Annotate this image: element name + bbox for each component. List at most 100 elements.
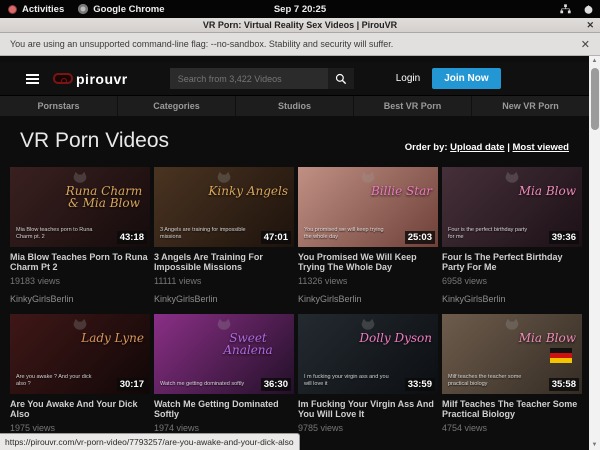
nav-item-pornstars[interactable]: Pornstars (0, 96, 118, 116)
video-title-link[interactable]: Milf Teaches The Teacher Some Practical … (442, 399, 582, 419)
status-url-bubble: https://pirouvr.com/vr-porn-video/779325… (0, 433, 300, 450)
duration-badge: 47:01 (261, 231, 291, 244)
site-header: pirouvr Login Join Now (0, 62, 589, 95)
vr-goggles-icon (53, 73, 73, 84)
power-icon[interactable] (583, 4, 594, 15)
video-views: 1975 views (10, 423, 150, 433)
video-card: Billie Star You promised we will keep tr… (298, 167, 438, 304)
video-card: Runa Charm & Mia Blow Mia Blow teaches p… (10, 167, 150, 304)
thumbnail-caption: Billie Star (371, 185, 432, 197)
video-thumbnail[interactable]: Sweet Analena Watch me getting dominated… (154, 314, 294, 394)
warning-message: You are using an unsupported command-lin… (10, 39, 393, 49)
nav-item-new-vr-porn[interactable]: New VR Porn (472, 96, 589, 116)
studio-cat-watermark-icon (360, 171, 376, 184)
video-thumbnail[interactable]: Dolly Dyson I m fucking your virgin ass … (298, 314, 438, 394)
site-logo[interactable]: pirouvr (53, 71, 128, 87)
duration-badge: 43:18 (117, 231, 147, 244)
thumbnail-subcaption: Four is the perfect birthday party for m… (448, 227, 534, 241)
nav-item-best-vr-porn[interactable]: Best VR Porn (354, 96, 472, 116)
video-title-link[interactable]: Im Fucking Your Virgin Ass And You Will … (298, 399, 438, 419)
browser-title-bar: VR Porn: Virtual Reality Sex Videos | Pi… (0, 18, 600, 33)
page-content: pirouvr Login Join Now Pornstars Categor… (0, 56, 589, 450)
clock[interactable]: Sep 7 20:25 (0, 4, 600, 15)
duration-badge: 30:17 (117, 378, 147, 391)
tab-close-icon[interactable]: ✕ (586, 20, 594, 31)
duration-badge: 39:36 (549, 231, 579, 244)
search-input[interactable] (170, 68, 328, 89)
scrollbar-thumb[interactable] (591, 68, 599, 130)
logo-text: pirouvr (76, 71, 128, 87)
thumbnail-subcaption: Milf teaches the teacher some practical … (448, 374, 534, 388)
video-card: Kinky Angels 3 Angels are training for i… (154, 167, 294, 304)
warning-close-icon[interactable]: ✕ (581, 38, 590, 51)
order-by: Order by: Upload date | Most viewed (405, 142, 569, 153)
search-button[interactable] (328, 68, 354, 89)
video-views: 1974 views (154, 423, 294, 433)
video-thumbnail[interactable]: Kinky Angels 3 Angels are training for i… (154, 167, 294, 247)
studio-cat-watermark-icon (216, 318, 232, 331)
search-bar (170, 68, 354, 89)
page-heading-row: VR Porn Videos Order by: Upload date | M… (20, 129, 569, 153)
thumbnail-subcaption: Watch me getting dominated softly (160, 381, 244, 388)
status-url: https://pirouvr.com/vr-porn-video/779325… (5, 437, 294, 447)
video-studio-link[interactable]: KinkyGirlsBerlin (154, 294, 294, 304)
duration-badge: 36:30 (261, 378, 291, 391)
video-card: Lady Lyne Are you awake ? And your dick … (10, 314, 150, 433)
thumbnail-subcaption: I m fucking your virgin ass and you will… (304, 374, 390, 388)
video-thumbnail[interactable]: Lady Lyne Are you awake ? And your dick … (10, 314, 150, 394)
studio-cat-watermark-icon (216, 171, 232, 184)
studio-cat-watermark-icon (360, 318, 376, 331)
unsupported-flag-warning-bar: You are using an unsupported command-lin… (0, 33, 600, 56)
nav-item-categories[interactable]: Categories (118, 96, 236, 116)
network-icon[interactable] (560, 4, 571, 15)
thumbnail-caption: Kinky Angels (208, 185, 288, 197)
sort-upload-date-link[interactable]: Upload date (450, 142, 504, 153)
page-title: VR Porn Videos (20, 129, 169, 153)
studio-cat-watermark-icon (72, 171, 88, 184)
video-views: 4754 views (442, 423, 582, 433)
studio-cat-watermark-icon (504, 318, 520, 331)
join-now-button[interactable]: Join Now (432, 68, 500, 89)
video-studio-link[interactable]: KinkyGirlsBerlin (298, 294, 438, 304)
tab-title: VR Porn: Virtual Reality Sex Videos | Pi… (203, 20, 397, 30)
main-nav: Pornstars Categories Studios Best VR Por… (0, 95, 589, 116)
video-title-link[interactable]: Four Is The Perfect Birthday Party For M… (442, 252, 582, 272)
thumbnail-caption: Mia Blow (519, 185, 576, 197)
video-thumbnail[interactable]: Mia Blow Milf teaches the teacher some p… (442, 314, 582, 394)
system-top-bar: Activities Google Chrome Sep 7 20:25 (0, 0, 600, 18)
video-card: Mia Blow Four is the perfect birthday pa… (442, 167, 582, 304)
studio-cat-watermark-icon (504, 171, 520, 184)
video-thumbnail[interactable]: Billie Star You promised we will keep tr… (298, 167, 438, 247)
duration-badge: 35:58 (549, 378, 579, 391)
video-thumbnail[interactable]: Mia Blow Four is the perfect birthday pa… (442, 167, 582, 247)
thumbnail-subcaption: Mia Blow teaches porn to Runa Charm pt. … (16, 227, 102, 241)
menu-hamburger-icon[interactable] (26, 72, 39, 86)
browser-scrollbar[interactable]: ▲ ▼ (589, 56, 600, 450)
video-views: 9785 views (298, 423, 438, 433)
thumbnail-subcaption: Are you awake ? And your dick also ? (16, 374, 102, 388)
thumbnail-caption: Sweet Analena (208, 332, 288, 356)
video-title-link[interactable]: 3 Angels Are Training For Impossible Mis… (154, 252, 294, 272)
video-card: Mia Blow Milf teaches the teacher some p… (442, 314, 582, 433)
video-title-link[interactable]: You Promised We Will Keep Trying The Who… (298, 252, 438, 272)
video-thumbnail[interactable]: Runa Charm & Mia Blow Mia Blow teaches p… (10, 167, 150, 247)
video-title-link[interactable]: Mia Blow Teaches Porn To Runa Charm Pt 2 (10, 252, 150, 272)
video-title-link[interactable]: Are You Awake And Your Dick Also (10, 399, 150, 419)
video-studio-link[interactable]: KinkyGirlsBerlin (10, 294, 150, 304)
video-grid: Runa Charm & Mia Blow Mia Blow teaches p… (10, 167, 582, 433)
scroll-up-arrow-icon[interactable]: ▲ (589, 56, 600, 66)
thumbnail-caption: Runa Charm & Mia Blow (64, 185, 144, 209)
nav-item-studios[interactable]: Studios (236, 96, 354, 116)
video-studio-link[interactable]: KinkyGirlsBerlin (442, 294, 582, 304)
search-icon (335, 73, 347, 85)
video-views: 19183 views (10, 276, 150, 286)
sort-most-viewed-link[interactable]: Most viewed (513, 142, 570, 153)
order-by-label: Order by: (405, 142, 448, 153)
video-title-link[interactable]: Watch Me Getting Dominated Softly (154, 399, 294, 419)
login-link[interactable]: Login (396, 73, 420, 84)
video-card: Sweet Analena Watch me getting dominated… (154, 314, 294, 433)
scroll-down-arrow-icon[interactable]: ▼ (589, 440, 600, 450)
duration-badge: 33:59 (405, 378, 435, 391)
german-flag-icon (550, 348, 572, 363)
video-views: 11111 views (154, 276, 294, 286)
